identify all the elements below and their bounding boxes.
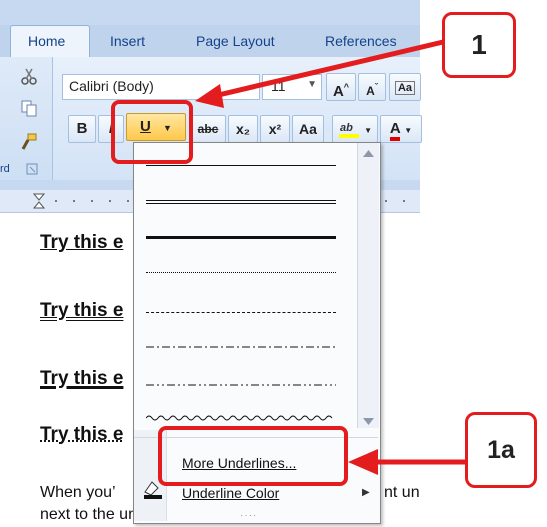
arrow-1a-head-icon [348,449,378,475]
arrow-1-line [209,35,461,100]
arrow-1-head-icon [195,84,224,108]
callout-step-1: 1 [442,12,516,78]
callout-step-1a: 1a [465,412,537,488]
